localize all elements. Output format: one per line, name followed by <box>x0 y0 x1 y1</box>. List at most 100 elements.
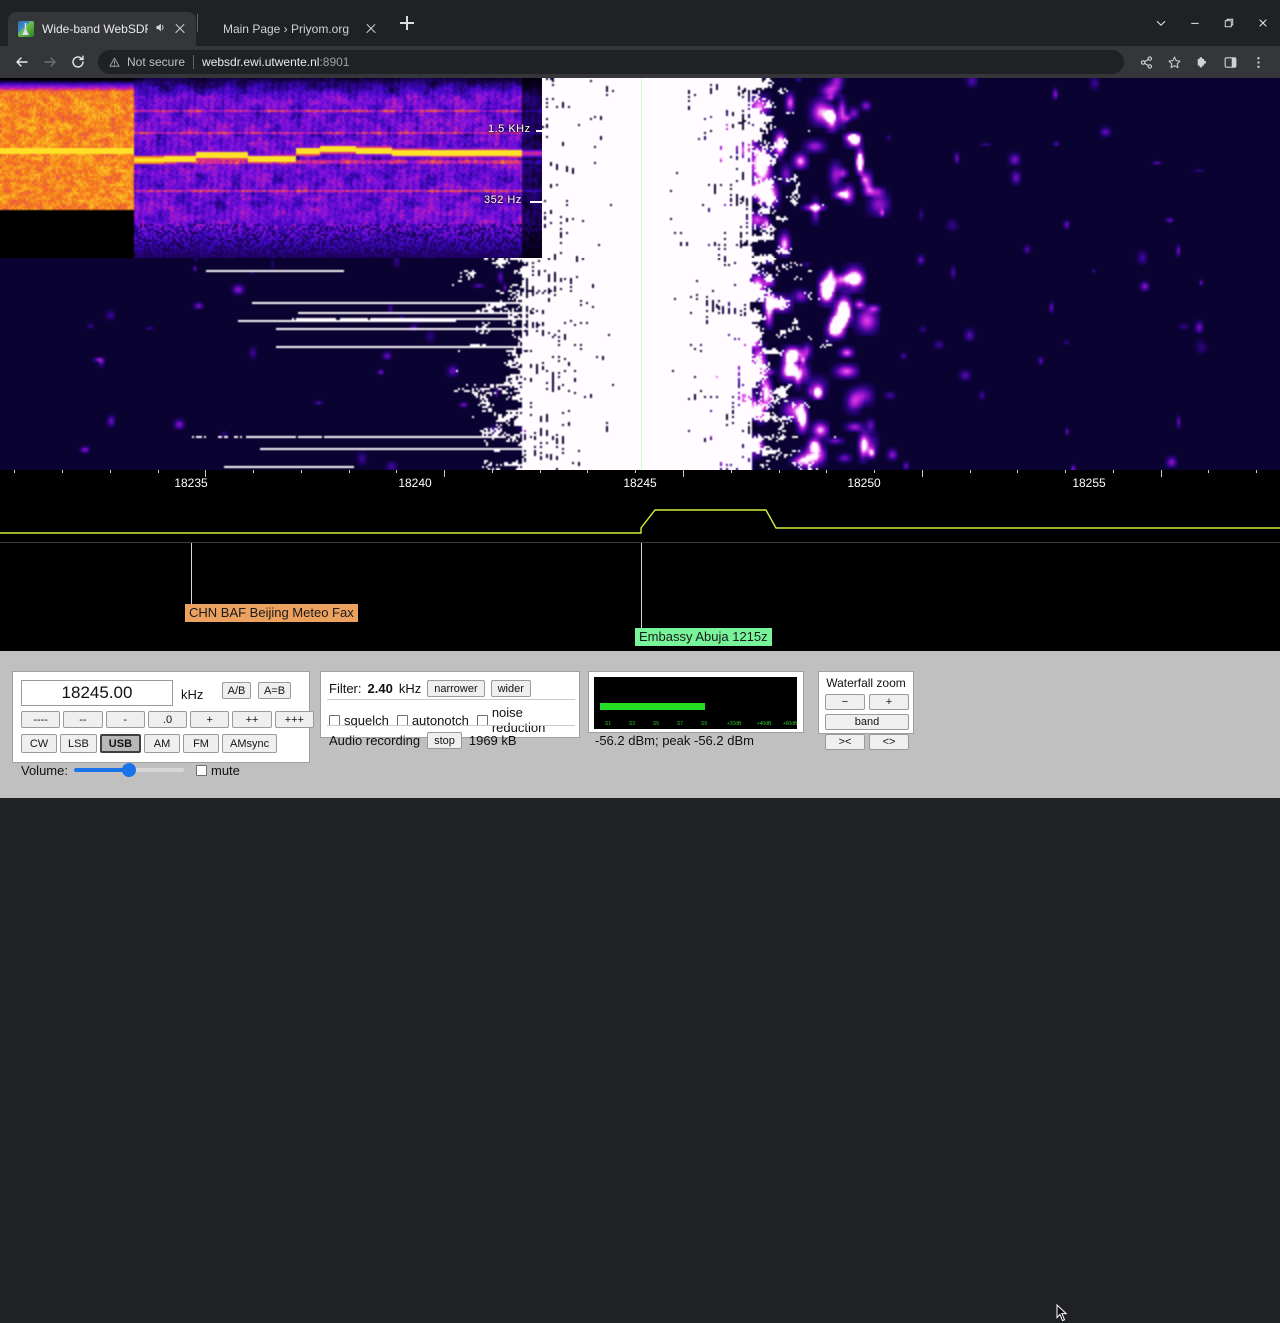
new-tab-button[interactable] <box>393 9 421 37</box>
checkbox-box[interactable] <box>396 714 408 726</box>
signal-meter-bar <box>600 703 705 710</box>
station-labels-band: CHN BAF Beijing Meteo Fax Embassy Abuja 1… <box>0 542 1280 651</box>
share-icon[interactable] <box>1132 48 1160 76</box>
filter-bandwidth-row: Filter: 2.40 kHz narrower wider <box>329 680 531 697</box>
volume-slider[interactable] <box>73 763 184 777</box>
mode-button-amsync[interactable]: AMsync <box>222 734 278 753</box>
a-equals-b-button[interactable]: A=B <box>258 682 291 699</box>
freq-scale-label: 18255 <box>1072 476 1106 490</box>
window-close-icon[interactable] <box>1246 0 1280 46</box>
address-bar[interactable]: Not secure websdr.ewi.utwente.nl :8901 <box>98 50 1124 74</box>
smeter-scale-tick: +20dB <box>726 721 742 727</box>
browser-tab-websdr[interactable]: Wide-band WebSDR in Ensch <box>8 12 196 46</box>
waterfall-zoom-row-1: − + <box>825 694 909 710</box>
checkbox-box[interactable] <box>329 714 340 726</box>
waterfall-shrink-button[interactable]: >< <box>825 734 865 750</box>
freq-tick-minor <box>158 470 159 473</box>
tab-close-icon[interactable] <box>172 21 188 37</box>
spectrogram-tick-line <box>536 130 542 132</box>
freq-tick-major <box>683 470 684 477</box>
bookmark-star-icon[interactable] <box>1160 48 1188 76</box>
browser-tab-priyom[interactable]: Main Page › Priyom.org <box>199 12 387 46</box>
smeter-scale-tick: S5 <box>652 721 660 727</box>
window-controls <box>1144 0 1280 46</box>
tab-search-chevron-down-icon[interactable] <box>1144 0 1178 46</box>
forward-arrow-icon <box>36 48 64 76</box>
filter-divider-1 <box>327 699 575 700</box>
audio-spectrogram-canvas[interactable] <box>0 78 542 258</box>
mode-button-fm[interactable]: FM <box>183 734 220 753</box>
filter-wider-button[interactable]: wider <box>490 680 531 697</box>
waterfall-expand-button[interactable]: <> <box>869 734 909 750</box>
waterfall-zoom-in-button[interactable]: + <box>869 694 909 710</box>
reload-icon[interactable] <box>64 48 92 76</box>
mute-checkbox[interactable] <box>195 764 207 776</box>
waterfall-band-button[interactable]: band <box>825 714 909 730</box>
frequency-unit-label: kHz <box>181 687 204 702</box>
freq-tick-minor <box>1113 470 1114 473</box>
smeter-scale-tick: S9 <box>700 721 708 727</box>
smeter-scale-tick: S3 <box>628 721 636 727</box>
volume-thumb[interactable] <box>121 763 136 777</box>
signal-meter-graph: S1 S3 S5 S7 S9 +20dB +40dB +60dB <box>594 677 797 729</box>
recording-size-label: 1969 kB <box>468 733 517 748</box>
freq-tick-minor <box>970 470 971 473</box>
waterfall-zoom-row-2: >< <> <box>825 734 909 750</box>
signal-meter-panel: S1 S3 S5 S7 S9 +20dB +40dB +60dB -56.2 dBm; pea… <box>588 671 804 748</box>
speaker-icon[interactable] <box>152 21 168 37</box>
freq-tick-minor <box>540 470 541 473</box>
freq-tick-major <box>922 470 923 477</box>
toolbar-actions <box>1132 48 1272 76</box>
restore-icon[interactable] <box>1212 0 1246 46</box>
station-label[interactable]: CHN BAF Beijing Meteo Fax <box>185 604 358 622</box>
volume-fill <box>73 768 129 772</box>
freq-scale-label: 18245 <box>623 476 657 490</box>
tab-separator <box>197 14 198 32</box>
volume-label: Volume: <box>21 762 68 778</box>
mode-buttons: CW LSB USB AM FM AMsync <box>21 734 278 753</box>
smeter-scale-tick: +60dB <box>782 721 798 727</box>
filter-bandwidth-value: 2.40 <box>367 681 393 696</box>
smeter-scale-tick: S7 <box>676 721 684 727</box>
mute-checkbox-wrapper[interactable]: mute <box>195 763 240 778</box>
audio-spectrogram-pane[interactable]: 1.5 KHz 352 Hz <box>0 78 542 258</box>
browser-toolbar: Not secure websdr.ewi.utwente.nl :8901 <box>0 46 1280 78</box>
extensions-puzzle-piece-icon[interactable] <box>1188 48 1216 76</box>
checkbox-label: noise reduction <box>491 705 546 735</box>
waterfall-zoom-title: Waterfall zoom <box>826 676 906 690</box>
mode-button-cw[interactable]: CW <box>21 734 57 753</box>
audio-recording-row: Audio recording stop 1969 kB <box>329 732 517 749</box>
freq-tick-minor <box>874 470 875 473</box>
recording-stop-button[interactable]: stop <box>427 732 462 749</box>
side-panel-icon[interactable] <box>1216 48 1244 76</box>
back-arrow-icon[interactable] <box>8 48 36 76</box>
omnibox-divider <box>193 55 195 69</box>
mode-button-am[interactable]: AM <box>144 734 181 753</box>
station-label[interactable]: Embassy Abuja 1215z <box>635 628 772 646</box>
tab-close-icon[interactable] <box>363 21 379 37</box>
freq-tick-minor <box>1065 470 1066 473</box>
volume-row: Volume: mute <box>21 760 311 780</box>
warning-triangle-icon <box>108 56 121 69</box>
filter-narrower-button[interactable]: narrower <box>427 680 485 697</box>
mode-button-usb[interactable]: USB <box>99 734 142 753</box>
frequency-scale[interactable]: 18235 18240 18245 18250 18255 <box>0 470 1280 500</box>
three-dot-menu-icon[interactable] <box>1244 48 1272 76</box>
filter-passband-display[interactable] <box>0 500 1280 542</box>
websdr-favicon-icon <box>18 21 34 37</box>
freq-tick-minor <box>62 470 63 473</box>
waterfall-zoom-out-button[interactable]: − <box>825 694 865 710</box>
ab-toggle-button[interactable]: A/B <box>222 682 251 699</box>
tab-title: Main Page › Priyom.org <box>222 22 350 36</box>
frequency-input[interactable]: 18245.00 <box>21 680 173 706</box>
freq-scale-label: 18235 <box>174 476 208 490</box>
freq-tick-minor <box>396 470 397 473</box>
checkbox-box[interactable] <box>476 714 488 726</box>
security-status-text: Not secure <box>127 55 186 69</box>
minimize-icon[interactable] <box>1178 0 1212 46</box>
smeter-scale-tick: +40dB <box>756 721 772 727</box>
dsp-checkbox-noise-reduction[interactable]: noise reduction <box>476 705 579 735</box>
mode-button-lsb[interactable]: LSB <box>60 734 97 753</box>
freq-tick-minor <box>14 470 15 473</box>
freq-scale-label: 18240 <box>398 476 432 490</box>
